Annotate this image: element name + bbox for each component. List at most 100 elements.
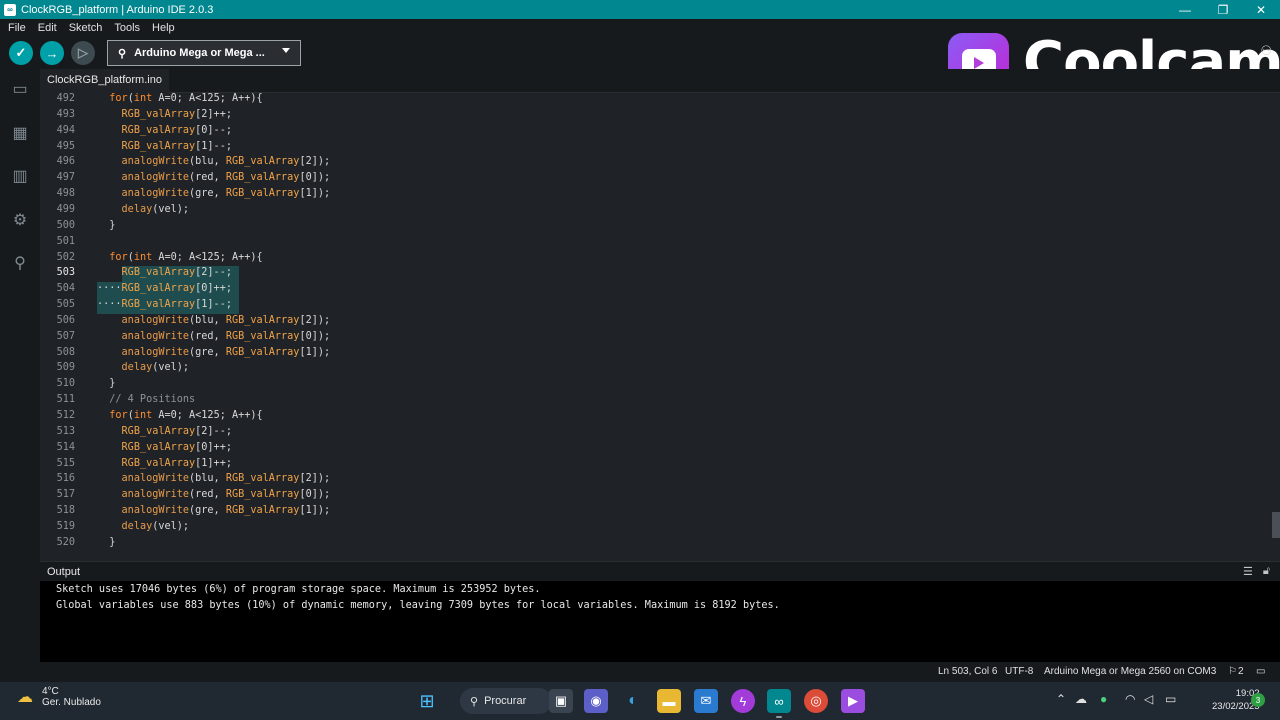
arduino-taskbar-icon[interactable]: ∞ [767,689,791,713]
task-view-icon[interactable]: ▣ [549,689,573,713]
menu-edit[interactable]: Edit [32,22,63,34]
volume-icon[interactable]: ◁ [1144,692,1153,706]
editor-scroll-thumb[interactable] [1272,512,1280,538]
restore-button[interactable]: ❐ [1204,0,1242,19]
board-selector[interactable]: ⚲ Arduino Mega or Mega ... [107,40,301,66]
line-number: 497 [56,172,75,184]
code-line[interactable]: 519 delay(vel); [40,519,1272,535]
cursor-position[interactable]: Ln 503, Col 6 [938,666,998,677]
code-line[interactable]: 510 } [40,376,1272,392]
code-line[interactable]: 499 delay(vel); [40,202,1272,218]
debug-button[interactable]: ▷ [71,41,95,65]
messenger-icon[interactable]: ϟ [731,689,755,713]
file-explorer-icon[interactable]: ▬ [657,689,681,713]
tab-clockrgb-platform[interactable]: ClockRGB_platform.ino [40,69,169,93]
minimize-button[interactable]: — [1166,0,1204,19]
code-text: analogWrite(blu, RGB_valArray[2]); [121,314,331,326]
code-line[interactable]: 511 // 4 Positions [40,392,1272,408]
code-line[interactable]: 497 analogWrite(red, RGB_valArray[0]); [40,170,1272,186]
menu-tools[interactable]: Tools [108,22,146,34]
code-line[interactable]: 507 analogWrite(red, RGB_valArray[0]); [40,329,1272,345]
code-text: RGB_valArray[0]--; [121,124,232,136]
code-line[interactable]: 513 RGB_valArray[2]--; [40,424,1272,440]
code-text: analogWrite(blu, RGB_valArray[2]); [121,156,331,168]
wifi-icon[interactable]: ◠ [1125,692,1135,706]
code-text: ····RGB_valArray[1]--; [97,299,232,311]
code-line[interactable]: 517 analogWrite(red, RGB_valArray[0]); [40,487,1272,503]
code-text: for(int A=0; A<125; A++){ [109,93,263,104]
code-line[interactable]: 508 analogWrite(gre, RGB_valArray[1]); [40,345,1272,361]
clear-output-icon[interactable]: ☰ [1243,565,1253,578]
teams-chat-icon[interactable]: ◉ [584,689,608,713]
code-line[interactable]: 514 RGB_valArray[0]++; [40,440,1272,456]
code-text: analogWrite(gre, RGB_valArray[1]); [121,346,331,358]
microphone-icon[interactable]: ● [1100,692,1107,706]
notifications-icon[interactable]: ⚐ [1228,666,1237,677]
boards-manager-icon[interactable]: ▦ [9,123,31,143]
code-line[interactable]: 493 RGB_valArray[2]++; [40,107,1272,123]
code-line[interactable]: 500 } [40,218,1272,234]
code-text: delay(vel); [121,362,190,374]
code-line[interactable]: 502 for(int A=0; A<125; A++){ [40,250,1272,266]
coolcam-taskbar-icon[interactable]: ▶ [841,689,865,713]
lock-scroll-icon[interactable]: 🔓︎ [1263,565,1270,578]
line-number: 515 [56,457,75,469]
upload-button[interactable]: → [40,41,64,65]
search-icon[interactable]: ⚲ [9,253,31,273]
windows-taskbar: ☁ 4°C Ger. Nublado ⊞ ⚲ Procurar ▣ ◉ ◐ ▬ … [0,682,1280,720]
code-text: RGB_valArray[1]++; [121,457,232,469]
code-line[interactable]: 518 analogWrite(gre, RGB_valArray[1]); [40,503,1272,519]
board-selector-label: Arduino Mega or Mega ... [134,47,265,59]
code-line[interactable]: 495 RGB_valArray[1]--; [40,139,1272,155]
board-port-status[interactable]: Arduino Mega or Mega 2560 on COM3 [1044,666,1216,677]
notification-badge[interactable]: 3 [1251,693,1265,707]
code-line[interactable]: 496 analogWrite(blu, RGB_valArray[2]); [40,154,1272,170]
panel-toggle-icon[interactable]: ▭ [1256,666,1265,677]
code-line[interactable]: 492 for(int A=0; A<125; A++){ [40,93,1272,107]
code-line[interactable]: 503 RGB_valArray[2]--; [40,265,1272,281]
debug-icon[interactable]: ⚙ [9,210,31,230]
chrome-icon[interactable]: ◎ [804,689,828,713]
code-line[interactable]: 506 analogWrite(blu, RGB_valArray[2]); [40,313,1272,329]
code-line[interactable]: 504 ····RGB_valArray[0]++; [40,281,1272,297]
status-bar: Ln 503, Col 6 UTF-8 Arduino Mega or Mega… [0,662,1280,682]
code-line[interactable]: 498 analogWrite(gre, RGB_valArray[1]); [40,186,1272,202]
code-line[interactable]: 512 for(int A=0; A<125; A++){ [40,408,1272,424]
serial-plotter-icon[interactable]: ⚇ [1260,43,1272,59]
code-editor[interactable]: 492 for(int A=0; A<125; A++){493 RGB_val… [40,93,1272,556]
line-number: 511 [56,394,75,406]
menu-file[interactable]: File [2,22,32,34]
line-number: 499 [56,203,75,215]
sketchbook-folder-icon[interactable]: ▭ [9,79,31,99]
code-line[interactable]: 505 ····RGB_valArray[1]--; [40,297,1272,313]
editor-scrollbar[interactable] [1272,93,1280,556]
chevron-up-icon[interactable]: ⌃ [1056,692,1066,706]
edge-browser-icon[interactable]: ◐ [621,689,645,713]
code-line[interactable]: 515 RGB_valArray[1]++; [40,456,1272,472]
close-button[interactable]: ✕ [1242,0,1280,19]
onedrive-icon[interactable]: ☁ [1075,692,1087,706]
tab-label: ClockRGB_platform.ino [47,74,162,86]
code-line[interactable]: 494 RGB_valArray[0]--; [40,123,1272,139]
output-console[interactable]: Sketch uses 17046 bytes (6%) of program … [40,581,1280,662]
cloudy-weather-icon: ☁ [17,689,33,706]
library-manager-icon[interactable]: ▥ [9,166,31,186]
code-line[interactable]: 509 delay(vel); [40,360,1272,376]
battery-icon[interactable]: ▭ [1165,692,1176,706]
output-panel-header: Output ☰ 🔓︎ [40,561,1280,581]
code-line[interactable]: 516 analogWrite(blu, RGB_valArray[2]); [40,471,1272,487]
code-text: for(int A=0; A<125; A++){ [109,251,263,263]
line-number: 493 [56,108,75,120]
code-text: } [97,219,116,231]
menu-help[interactable]: Help [146,22,181,34]
verify-button[interactable]: ✓ [9,41,33,65]
windows-start-icon[interactable]: ⊞ [415,689,439,713]
code-line[interactable]: 501 [40,234,1272,250]
weather-widget[interactable]: ☁ 4°C Ger. Nublado [14,686,101,708]
taskbar-search[interactable]: ⚲ Procurar [460,688,552,714]
mail-icon[interactable]: ✉ [694,689,718,713]
code-line[interactable]: 520 } [40,535,1272,551]
activity-bar: ▭ ▦ ▥ ⚙ ⚲ [0,69,40,662]
search-icon: ⚲ [470,695,479,708]
menu-sketch[interactable]: Sketch [63,22,109,34]
